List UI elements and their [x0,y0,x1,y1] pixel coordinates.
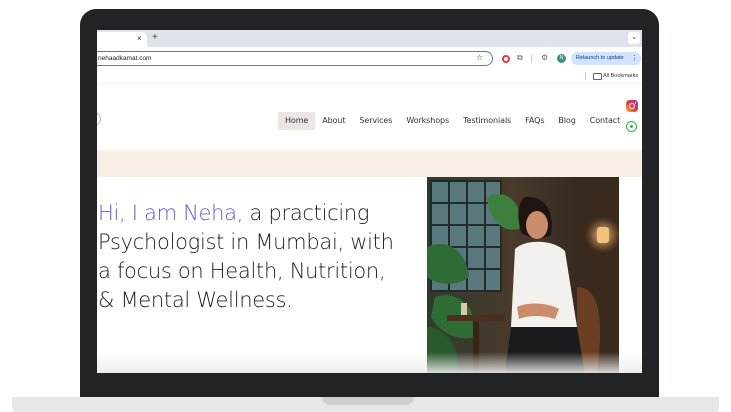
toolbar-separator [531,55,532,63]
browser-tab-bar: × + ⌄ [97,30,642,47]
nav-contact[interactable]: Contact [583,112,627,130]
site-nav: Home About Services Workshops Testimonia… [278,112,627,130]
address-url[interactable]: nehaadkamat.com [98,53,151,64]
website-viewport: Home About Services Workshops Testimonia… [97,84,642,373]
portrait-illustration [427,177,619,373]
relaunch-button[interactable]: Relaunch to update ⋮ [571,52,641,65]
whatsapp-icon[interactable] [626,121,637,132]
nav-blog[interactable]: Blog [551,112,582,130]
nav-workshops[interactable]: Workshops [399,112,456,130]
nav-about[interactable]: About [315,112,352,130]
instagram-icon[interactable] [626,100,638,112]
browser-tab[interactable]: × [97,32,147,47]
extension-settings-icon[interactable]: ⚙ [541,52,548,64]
folder-icon[interactable] [593,73,602,80]
all-bookmarks-link[interactable]: All Bookmarks [603,71,638,81]
tab-close-icon[interactable]: × [137,33,142,45]
browser-toolbar: nehaadkamat.com ☆ ⧉ ⚙ N Relaunch to upda… [97,47,642,70]
nav-home[interactable]: Home [278,112,316,130]
browser-menu-icon[interactable]: ⋮ [631,52,638,65]
bottom-fade [97,352,642,373]
address-bar[interactable]: nehaadkamat.com ☆ [97,51,493,66]
new-tab-icon[interactable]: + [152,32,158,44]
relaunch-label: Relaunch to update [576,55,624,61]
site-logo[interactable] [97,112,101,126]
hero-heading-accent: Hi, I am Neha, [98,201,244,225]
laptop-screen: × + ⌄ nehaadkamat.com ☆ ⧉ ⚙ N Relaunch t… [97,30,642,373]
hero-photo [427,177,619,373]
nav-testimonials[interactable]: Testimonials [456,112,518,130]
tab-search-chevron-icon[interactable]: ⌄ [628,32,640,44]
extension-puzzle-icon[interactable]: ⧉ [517,52,523,64]
profile-avatar[interactable]: N [557,54,566,63]
opera-extension-icon[interactable] [502,55,510,63]
nav-faqs[interactable]: FAQs [518,112,551,130]
bookmarks-bar: All Bookmarks [97,70,642,84]
laptop-notch [322,397,414,405]
bookmarks-separator [585,72,586,80]
promo-band [97,150,642,177]
nav-services[interactable]: Services [352,112,399,130]
bookmark-star-icon[interactable]: ☆ [476,52,483,64]
hero-heading: Hi, I am Neha, a practicing Psychologist… [98,199,398,315]
